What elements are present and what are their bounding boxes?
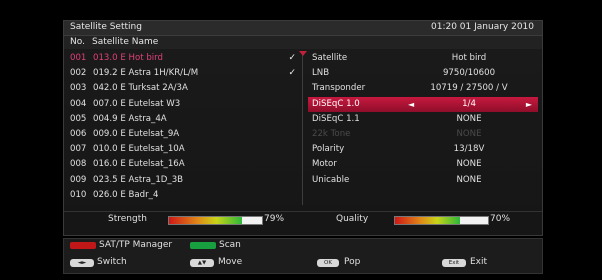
param-label: DiSEqC 1.1 (312, 113, 360, 124)
checkmark-icon: ✓ (288, 68, 296, 79)
strength-bar-fill (169, 217, 243, 224)
left-arrow-icon[interactable]: ◄ (408, 97, 414, 112)
satellite-name: 026.0 E Badr_4 (93, 189, 159, 200)
param-value: NONE (456, 174, 482, 185)
satellite-row[interactable]: 001 013.0 E Hot bird ✓ (64, 51, 300, 66)
satellite-row[interactable]: 004 007.0 E Eutelsat W3 (64, 97, 300, 112)
satellite-name: 042.0 E Turksat 2A/3A (93, 83, 188, 94)
param-label: Polarity (312, 144, 345, 155)
satellite-number: 010 (70, 189, 87, 200)
satellite-number: 002 (70, 68, 87, 79)
param-label: Unicable (312, 174, 350, 185)
ok-key-icon: OK (317, 259, 339, 267)
quality-label: Quality (336, 214, 369, 224)
param-row: 22k Tone NONE (308, 127, 538, 142)
param-value: 9750/10600 (442, 68, 496, 79)
param-label: 22k Tone (312, 128, 351, 139)
satellite-number: 004 (70, 98, 87, 109)
param-label: Transponder (312, 83, 366, 94)
param-label: Satellite (312, 53, 348, 63)
strength-percent: 79% (264, 214, 285, 224)
satellite-number: 003 (70, 83, 87, 94)
satellite-name: 010.0 E Eutelsat_10A (93, 144, 185, 155)
help-switch[interactable]: Switch (97, 257, 127, 267)
param-label: DiSEqC 1.0 (312, 98, 360, 109)
satellite-name: 023.5 E Astra_1D_3B (93, 174, 184, 185)
page-title: Satellite Setting (70, 22, 142, 32)
param-label: LNB (312, 68, 330, 79)
param-row[interactable]: Unicable NONE (308, 173, 538, 188)
signal-meters: Strength 79% Quality 70% (64, 211, 542, 228)
right-arrow-icon[interactable]: ► (526, 97, 532, 112)
satellite-list[interactable]: 001 013.0 E Hot bird ✓ 002 019.2 E Astra 1H/… (64, 51, 300, 203)
help-bar: SAT/TP Manager Scan ◄► Switch ▲▼ Move OK… (63, 238, 543, 274)
satellite-number: 007 (70, 144, 87, 155)
help-move[interactable]: Move (218, 257, 242, 267)
param-row[interactable]: Motor NONE (308, 157, 538, 172)
satellite-row[interactable]: 003 042.0 E Turksat 2A/3A (64, 81, 300, 96)
help-pop[interactable]: Pop (344, 257, 360, 267)
satellite-number: 001 (70, 53, 87, 63)
help-sat-tp-manager[interactable]: SAT/TP Manager (99, 240, 172, 250)
quality-percent: 70% (490, 214, 511, 224)
checkmark-icon: ✓ (288, 53, 296, 63)
scroll-marker-icon (299, 51, 307, 56)
satellite-row[interactable]: 008 016.0 E Eutelsat_16A (64, 157, 300, 172)
satellite-name: 009.0 E Eutelsat_9A (93, 128, 180, 139)
satellite-number: 005 (70, 113, 87, 124)
param-value: Hot bird (451, 53, 487, 63)
satellite-row[interactable]: 002 019.2 E Astra 1H/KR/L/M ✓ (64, 66, 300, 81)
strength-label: Strength (108, 214, 147, 224)
param-row[interactable]: Satellite Hot bird (308, 51, 538, 66)
tv-screen: Satellite Setting 01:20 01 January 2010 … (0, 0, 602, 280)
satellite-name: 019.2 E Astra 1H/KR/L/M (93, 68, 199, 79)
clock-datetime: 01:20 01 January 2010 (431, 22, 534, 32)
satellite-number: 008 (70, 159, 87, 170)
param-row[interactable]: Transponder 10719 / 27500 / V (308, 81, 538, 96)
param-row[interactable]: Polarity 13/18V (308, 142, 538, 157)
column-header-no: No. (70, 37, 85, 47)
satellite-number: 009 (70, 174, 87, 185)
satellite-name: 013.0 E Hot bird (93, 53, 163, 63)
satellite-number: 006 (70, 128, 87, 139)
satellite-row[interactable]: 010 026.0 E Badr_4 (64, 188, 300, 203)
column-header-name: Satellite Name (92, 37, 159, 47)
quality-bar-fill (395, 217, 461, 224)
satellite-row[interactable]: 005 004.9 E Astra_4A (64, 112, 300, 127)
satellite-name: 007.0 E Eutelsat W3 (93, 98, 181, 109)
satellite-name: 016.0 E Eutelsat_16A (93, 159, 185, 170)
title-bar: Satellite Setting 01:20 01 January 2010 (64, 21, 542, 36)
param-value: NONE (456, 113, 482, 124)
satellite-setting-window: Satellite Setting 01:20 01 January 2010 … (63, 20, 543, 236)
param-row[interactable]: DiSEqC 1.1 NONE (308, 112, 538, 127)
help-scan[interactable]: Scan (219, 240, 241, 250)
strength-bar (168, 216, 263, 225)
satellite-row[interactable]: 006 009.0 E Eutelsat_9A (64, 127, 300, 142)
param-value: 1/4 (462, 98, 476, 109)
exit-key-icon: Exit (442, 259, 466, 267)
switch-key-icon: ◄► (70, 259, 94, 267)
satellite-parameters-panel: Satellite Hot bird LNB 9750/10600 Transponde… (308, 51, 538, 188)
red-key-icon (70, 242, 96, 249)
param-value: NONE (456, 159, 482, 170)
green-key-icon (190, 242, 216, 249)
param-value: 10719 / 27500 / V (430, 83, 508, 94)
satellite-name: 004.9 E Astra_4A (93, 113, 167, 124)
param-label: Motor (312, 159, 337, 170)
param-row[interactable]: DiSEqC 1.0 1/4 ◄ ► (308, 96, 538, 112)
quality-bar (394, 216, 489, 225)
satellite-row[interactable]: 009 023.5 E Astra_1D_3B (64, 173, 300, 188)
move-key-icon: ▲▼ (190, 259, 214, 267)
param-value: NONE (456, 128, 482, 139)
list-column-headers: No. Satellite Name (64, 36, 542, 49)
help-exit[interactable]: Exit (470, 257, 487, 267)
param-row[interactable]: LNB 9750/10600 (308, 66, 538, 81)
param-value: 13/18V (453, 144, 485, 155)
panel-divider (302, 51, 303, 205)
satellite-row[interactable]: 007 010.0 E Eutelsat_10A (64, 142, 300, 157)
